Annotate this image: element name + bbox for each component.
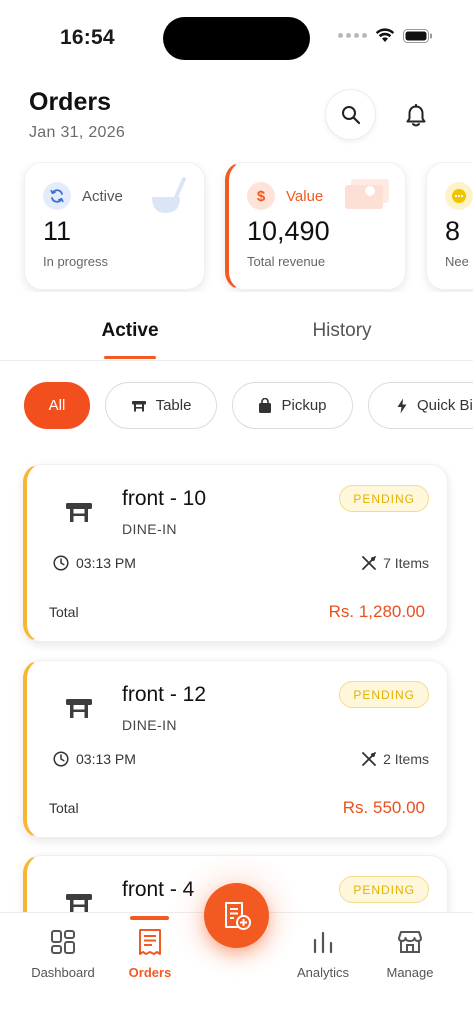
dynamic-island (163, 17, 310, 60)
dollar-icon: $ (247, 182, 275, 210)
dashboard-icon (51, 930, 75, 954)
cash-icon (345, 179, 389, 209)
clock-icon (53, 555, 69, 571)
filter-table[interactable]: Table (105, 382, 217, 429)
filter-label: Table (155, 397, 192, 414)
status-badge: PENDING (339, 876, 429, 903)
total-label: Total (49, 800, 79, 816)
stat-value: 11 (43, 216, 72, 246)
order-total: Rs. 1,280.00 (328, 602, 425, 621)
nav-label: Orders (128, 965, 172, 980)
stat-value: 10,490 (247, 216, 330, 246)
status-time: 16:54 (60, 26, 115, 49)
order-card[interactable]: front - 10 DINE-IN PENDING 03:13 PM 7 It… (23, 464, 448, 642)
new-order-button[interactable] (204, 883, 269, 948)
refresh-icon (43, 182, 71, 210)
status-badge: PENDING (339, 681, 429, 708)
battery-icon (403, 28, 432, 43)
order-time-text: 03:13 PM (76, 555, 136, 571)
tab-indicator (104, 356, 156, 359)
add-receipt-icon (224, 901, 251, 930)
order-title: front - 10 (122, 487, 207, 510)
order-items-text: 2 Items (383, 751, 429, 767)
ellipsis-icon (445, 182, 473, 210)
order-time: 03:13 PM (53, 751, 136, 767)
tab-active[interactable]: Active (60, 320, 200, 342)
search-button[interactable] (325, 89, 376, 140)
bolt-icon (397, 398, 407, 413)
order-items: 7 Items (361, 555, 429, 571)
table-icon (66, 699, 92, 718)
analytics-icon (313, 931, 333, 954)
signal-icon (338, 33, 367, 38)
order-tabs: Active History (0, 306, 473, 361)
order-items-text: 7 Items (383, 555, 429, 571)
stat-sub: Nee (445, 254, 469, 269)
nav-indicator (130, 916, 169, 920)
order-type: DINE-IN (122, 717, 177, 733)
filter-all[interactable]: All (24, 382, 90, 429)
filter-label: All (48, 397, 66, 414)
order-title: front - 12 (122, 683, 207, 706)
stat-sub: Total revenue (247, 254, 326, 269)
stat-card-needs[interactable]: 8 Nee (426, 162, 473, 290)
order-items: 2 Items (361, 751, 429, 767)
receipt-icon (139, 929, 161, 955)
table-icon (66, 503, 92, 522)
order-card[interactable]: front - 12 DINE-IN PENDING 03:13 PM 2 It… (23, 660, 448, 838)
order-time-text: 03:13 PM (76, 751, 136, 767)
total-label: Total (49, 604, 79, 620)
nav-label: Manage (386, 965, 434, 980)
order-total: Rs. 550.00 (342, 798, 425, 817)
ladle-icon (152, 177, 186, 213)
wifi-icon (375, 28, 395, 42)
filter-quick-bill[interactable]: Quick Bi (368, 382, 473, 429)
stat-label: Active (82, 188, 123, 205)
bell-icon (406, 104, 426, 127)
status-badge: PENDING (339, 485, 429, 512)
page-date: Jan 31, 2026 (29, 124, 126, 141)
notifications-button[interactable] (394, 96, 438, 136)
nav-manage[interactable]: Manage (365, 925, 455, 980)
clock-icon (53, 751, 69, 767)
nav-label: Analytics (296, 965, 350, 980)
nav-label: Dashboard (31, 965, 95, 980)
page-title: Orders (29, 88, 111, 116)
filter-chips: All Table Pickup Quick Bi (0, 382, 473, 430)
order-type: DINE-IN (122, 521, 177, 537)
stat-card-value[interactable]: $ Value 10,490 Total revenue (225, 162, 406, 290)
utensils-icon (362, 556, 376, 570)
stats-row: Active 11 In progress $ Value 10,490 Tot… (0, 162, 473, 292)
status-bar: 16:54 (0, 0, 473, 76)
order-time: 03:13 PM (53, 555, 136, 571)
stat-sub: In progress (43, 254, 109, 269)
table-icon (131, 400, 146, 411)
status-icons (338, 28, 433, 43)
stat-value: 8 (445, 216, 461, 246)
tab-history[interactable]: History (272, 320, 412, 342)
filter-label: Pickup (281, 397, 327, 414)
store-icon (398, 931, 422, 953)
stat-label: Value (286, 188, 324, 205)
stat-card-active[interactable]: Active 11 In progress (24, 162, 205, 290)
filter-label: Quick Bi (417, 397, 473, 414)
nav-dashboard[interactable]: Dashboard (18, 925, 108, 980)
bag-icon (259, 397, 272, 413)
search-icon (341, 105, 360, 124)
filter-pickup[interactable]: Pickup (232, 382, 353, 429)
utensils-icon (362, 752, 376, 766)
